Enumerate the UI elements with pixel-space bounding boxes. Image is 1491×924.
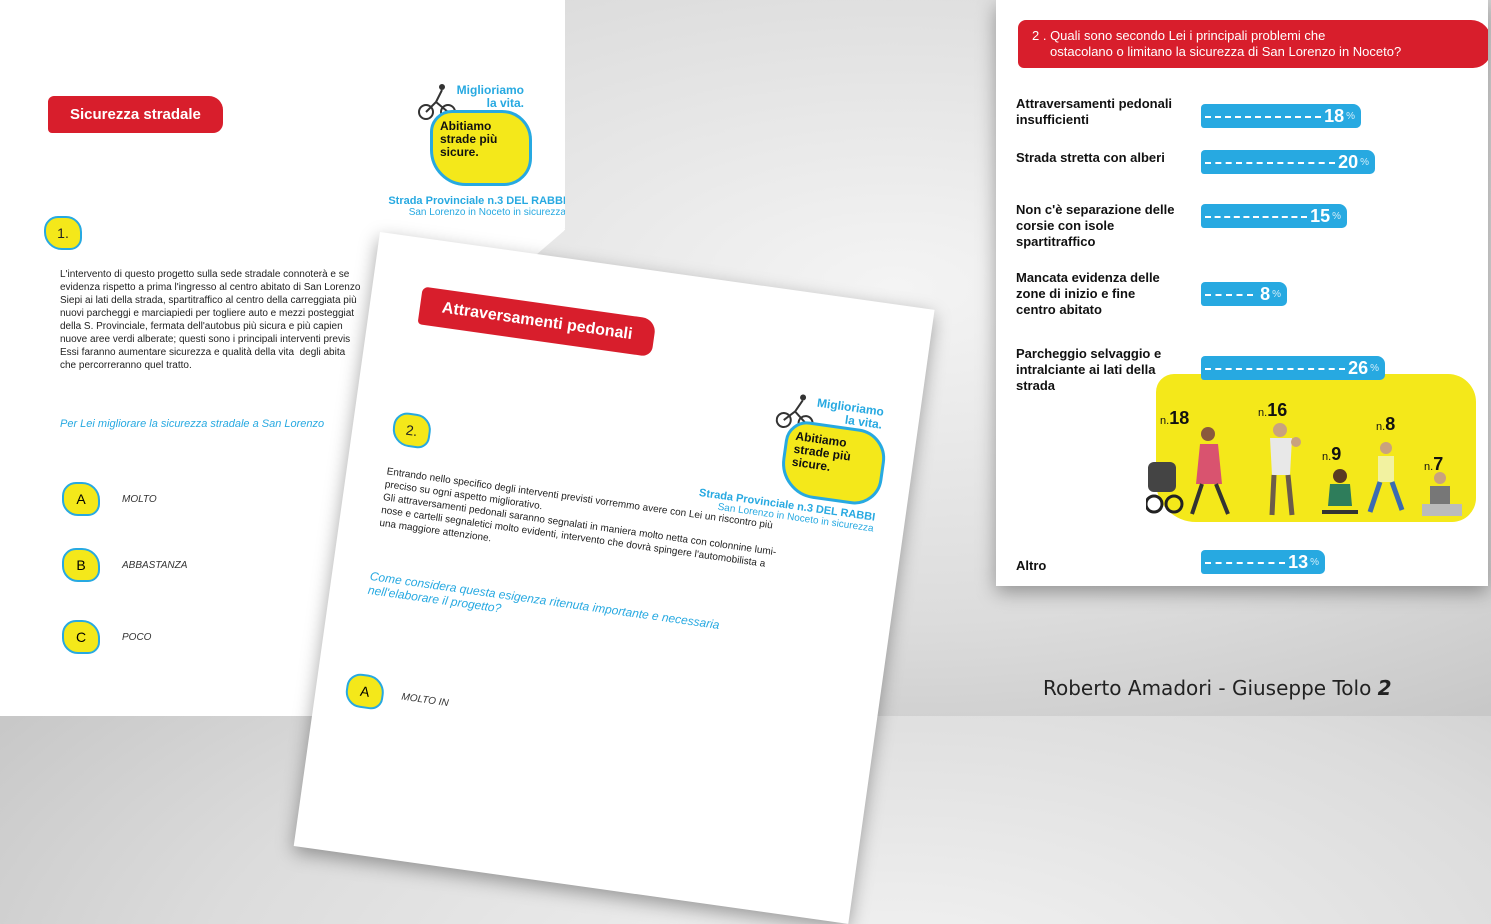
- question-text: Per Lei migliorare la sicurezza stradale…: [60, 418, 325, 430]
- bar-value: 8: [1260, 283, 1271, 304]
- percent-bar: 26%: [1201, 356, 1385, 380]
- question-number: 1.: [57, 225, 69, 241]
- bar-dashes: [1205, 162, 1335, 164]
- question-number: 2.: [404, 421, 419, 440]
- percent-bar: 18%: [1201, 104, 1361, 128]
- row-label: Parcheggio selvaggio e intralciante ai l…: [1016, 346, 1162, 393]
- row-label: Attraversamenti pedonali insufficienti: [1016, 96, 1173, 127]
- option-letter: A: [76, 491, 86, 507]
- bar-value: 26: [1348, 357, 1369, 378]
- woman-with-stroller-icon: [1146, 427, 1230, 515]
- banner-line: ostacolano o limitano la sicurezza di Sa…: [1050, 44, 1402, 59]
- authors-text: Roberto Amadori - Giuseppe Tolo: [1043, 676, 1372, 700]
- bar-value: 15: [1310, 205, 1331, 226]
- option-a-badge[interactable]: A: [343, 671, 387, 711]
- question-number-badge: 1.: [44, 216, 82, 250]
- seated-man-icon: [1422, 472, 1462, 516]
- right-sheet: 2 . Quali sono secondo Lei i principali …: [996, 0, 1488, 586]
- count-label: n.16: [1258, 400, 1287, 421]
- campaign-logo: Miglioriamo la vita. Abitiamo strade più…: [766, 389, 890, 509]
- percent-bar: 20%: [1201, 150, 1375, 174]
- intro-paragraph: L'intervento di questo progetto sulla se…: [60, 269, 361, 371]
- row-label: Strada stretta con alberi: [1016, 150, 1165, 165]
- option-a-label: MOLTO: [122, 494, 157, 505]
- logo-text-top: Miglioriamo la vita.: [448, 84, 524, 110]
- count-value: 8: [1385, 414, 1396, 434]
- percent-sign: %: [1360, 156, 1369, 168]
- bar-dashes: [1205, 216, 1307, 218]
- option-a-badge[interactable]: A: [62, 482, 100, 516]
- percent-bar: 15%: [1201, 204, 1347, 228]
- percent-sign: %: [1272, 288, 1281, 300]
- percent-sign: %: [1370, 362, 1379, 374]
- row-label: Mancata evidenza delle zone di inizio e …: [1016, 270, 1160, 317]
- section-title: Sicurezza stradale: [70, 106, 201, 123]
- provincial-road-label: Strada Provinciale n.3 DEL RABBI San Lor…: [330, 195, 565, 218]
- banner-line: 2 . Quali sono secondo Lei i principali …: [1032, 28, 1326, 43]
- percent-sign: %: [1310, 556, 1319, 568]
- percent-bar: 8%: [1201, 282, 1287, 306]
- option-a-label: MOLTO IN: [400, 691, 450, 710]
- option-c-badge[interactable]: C: [62, 620, 100, 654]
- bar-dashes: [1205, 562, 1285, 564]
- count-label: n.9: [1322, 444, 1341, 465]
- percent-bar: 13%: [1201, 550, 1325, 574]
- option-b-badge[interactable]: B: [62, 548, 100, 582]
- provincial-title: Strada Provinciale n.3 DEL RABBI: [388, 195, 565, 207]
- count-label: n.8: [1376, 414, 1395, 435]
- section-title: Attraversamenti pedonali: [440, 299, 634, 344]
- count-prefix: n.: [1258, 407, 1268, 419]
- percent-sign: %: [1346, 110, 1355, 122]
- row-label: Altro: [1016, 558, 1047, 573]
- logo-text-bottom: Abitiamo strade più sicure.: [440, 120, 520, 159]
- bar-dashes: [1205, 368, 1345, 370]
- provincial-subtitle: San Lorenzo in Noceto in sicurezza: [408, 207, 565, 218]
- option-letter: A: [359, 682, 371, 700]
- bar-dashes: [1205, 116, 1321, 118]
- percent-sign: %: [1332, 210, 1341, 222]
- authors-footer: Roberto Amadori - Giuseppe Tolo 2: [1043, 676, 1392, 700]
- page-number: 2: [1377, 676, 1392, 700]
- section-banner: Sicurezza stradale: [48, 96, 223, 133]
- count-value: 16: [1267, 400, 1288, 420]
- option-letter: B: [76, 557, 86, 573]
- option-letter: C: [75, 629, 87, 645]
- count-prefix: n.: [1322, 451, 1332, 463]
- row-label: Non c'è separazione delle corsie con iso…: [1016, 202, 1175, 249]
- bar-value: 13: [1288, 551, 1309, 572]
- bar-value: 20: [1338, 151, 1359, 172]
- option-b-label: ABBASTANZA: [122, 560, 188, 571]
- logo-line: sicure.: [440, 145, 479, 159]
- option-c-label: POCO: [122, 632, 152, 643]
- question-number-badge: 2.: [390, 410, 433, 450]
- bar-value: 18: [1324, 105, 1345, 126]
- count-value: 9: [1331, 444, 1342, 464]
- running-boy-icon: [1367, 442, 1405, 513]
- count-prefix: n.: [1376, 421, 1386, 433]
- section-banner: Attraversamenti pedonali: [417, 286, 657, 357]
- logo-line: la vita.: [486, 96, 524, 110]
- question-text: Come considera questa esigenza ritenuta …: [367, 569, 720, 646]
- girl-with-laptop-icon: [1322, 469, 1358, 514]
- man-carrying-child-icon: [1269, 423, 1301, 516]
- campaign-logo: Miglioriamo la vita. Abitiamo strade più…: [418, 82, 532, 186]
- middle-sheet: Attraversamenti pedonali Miglioriamo la …: [293, 232, 935, 924]
- question-banner: 2 . Quali sono secondo Lei i principali …: [1018, 20, 1488, 68]
- bar-dashes: [1205, 294, 1253, 296]
